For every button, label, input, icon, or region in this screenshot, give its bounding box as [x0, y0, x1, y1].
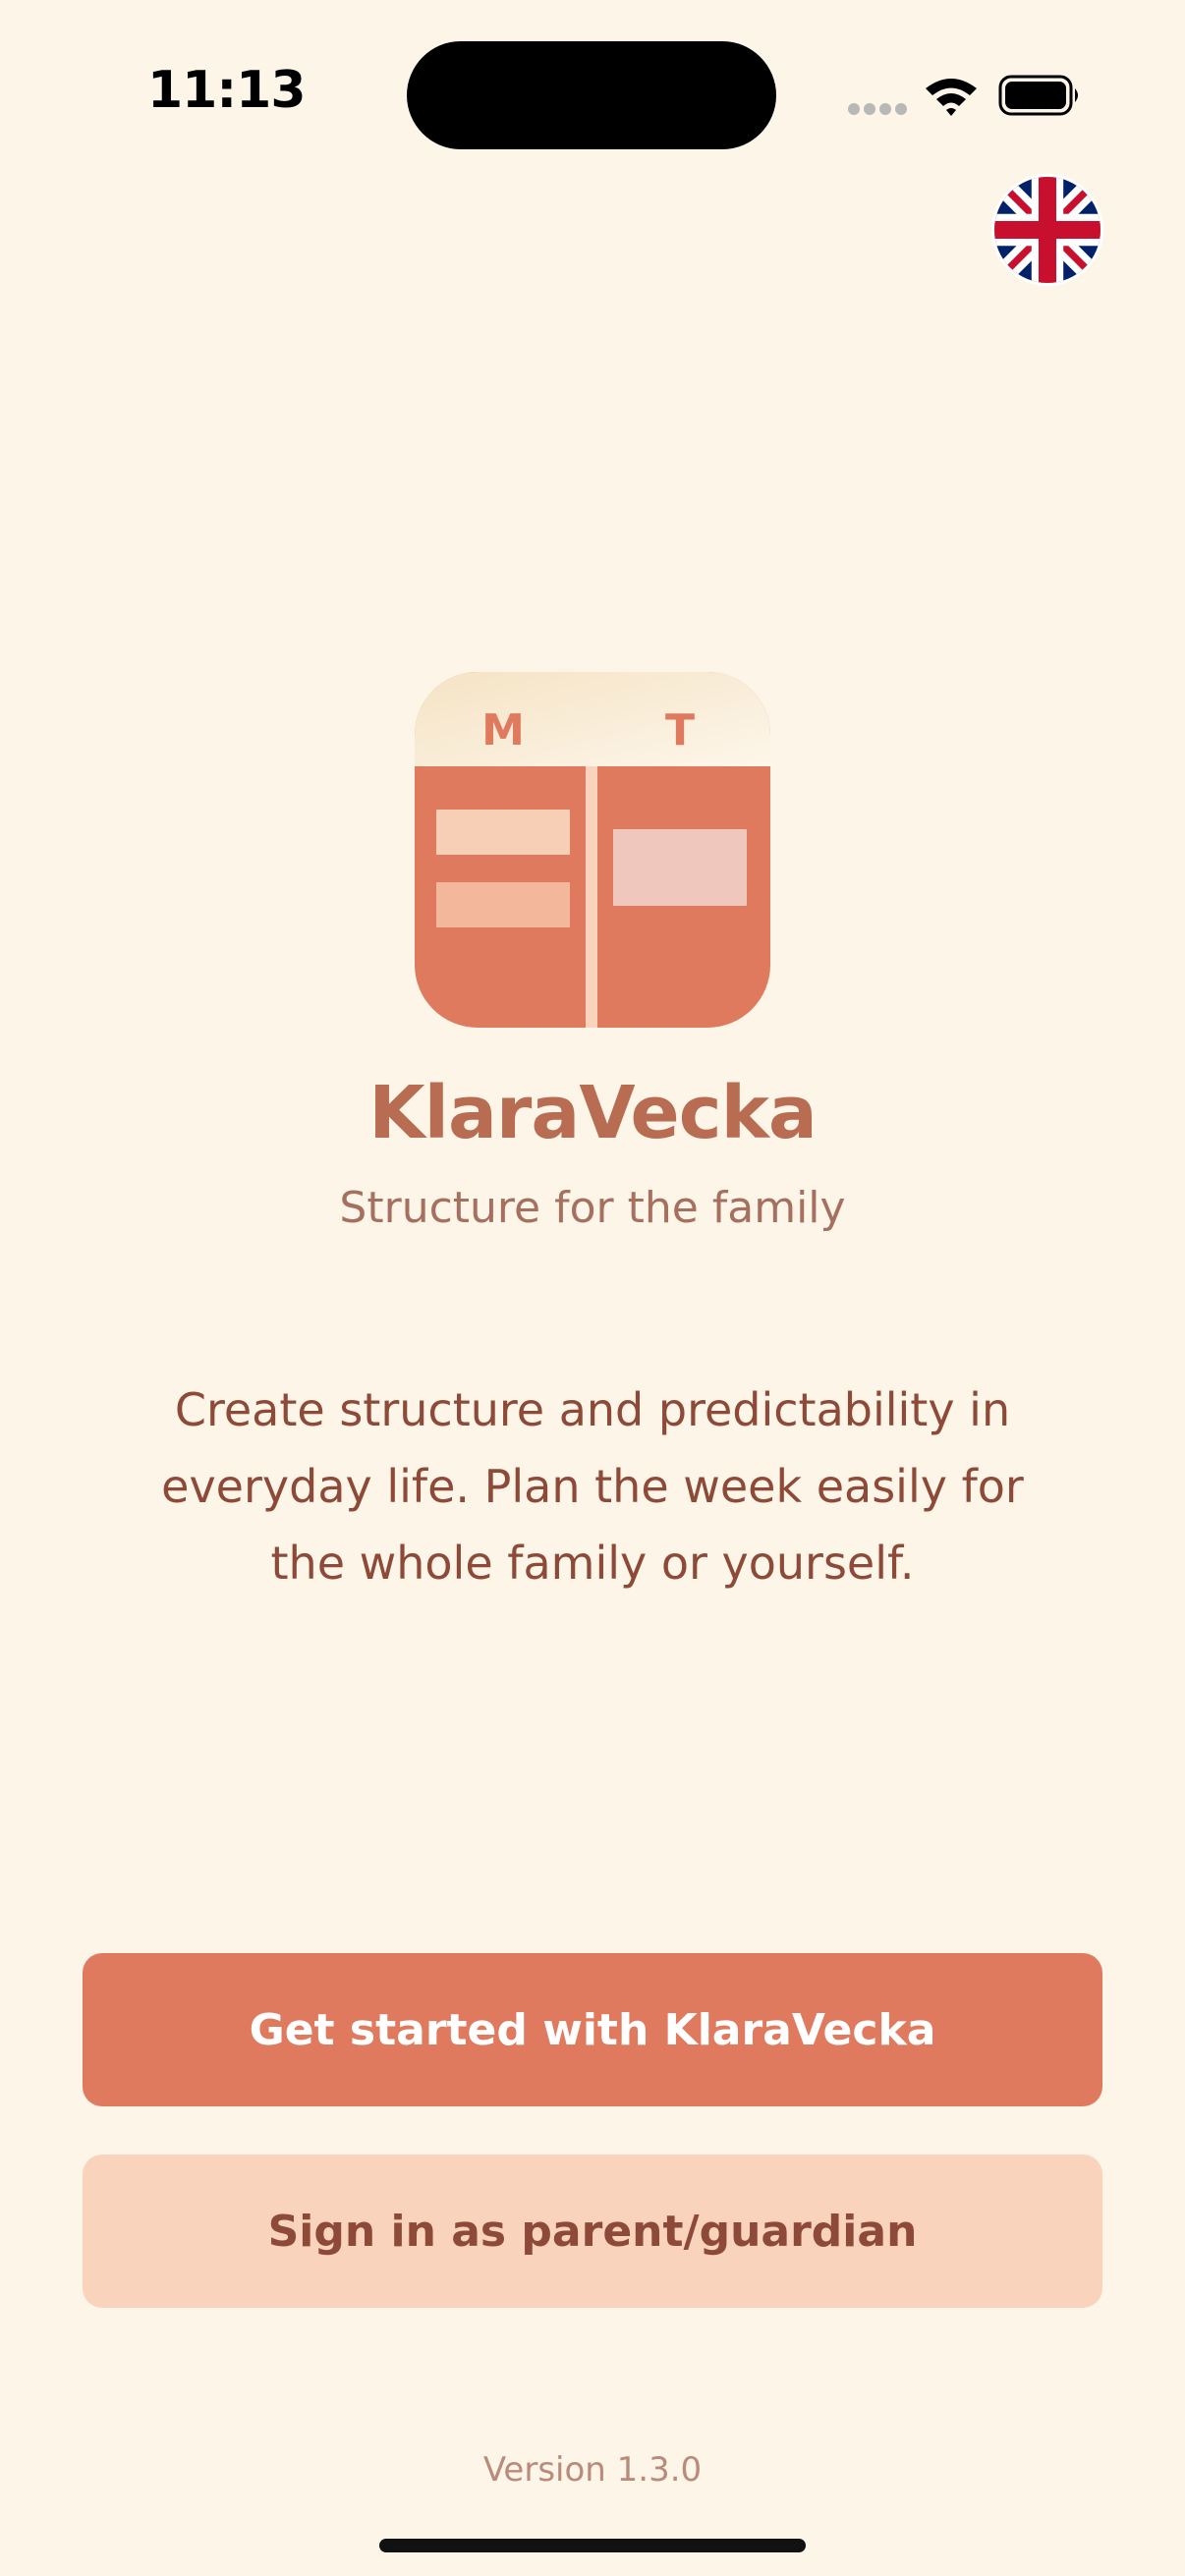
app-tagline: Structure for the family [339, 1183, 846, 1233]
logo-block-3 [613, 829, 747, 906]
status-time: 11:13 [147, 61, 307, 120]
logo-block-1 [436, 810, 570, 855]
home-indicator[interactable] [379, 2539, 806, 2552]
sign-in-button[interactable]: Sign in as parent/guardian [83, 2155, 1102, 2308]
app-description: Create structure and predictability in e… [161, 1383, 1024, 1590]
app-title: KlaraVecka [368, 1071, 818, 1155]
get-started-button[interactable]: Get started with KlaraVecka [83, 1953, 1102, 2106]
status-bar: 11:13 [0, 0, 1185, 196]
version-label: Version 1.3.0 [482, 2450, 703, 2490]
cellular-signal-icon [848, 103, 907, 115]
language-switch-button[interactable] [994, 177, 1100, 283]
logo-header [415, 672, 770, 766]
logo-day-label-m: M [481, 705, 525, 756]
logo-block-2 [436, 882, 570, 927]
app-logo: M T [415, 672, 770, 1028]
uk-flag-icon [994, 177, 1100, 283]
dynamic-island [407, 41, 776, 149]
logo-divider [586, 766, 597, 1028]
battery-icon [998, 75, 1078, 116]
logo-day-label-t: T [665, 705, 695, 756]
wifi-icon [926, 79, 977, 116]
